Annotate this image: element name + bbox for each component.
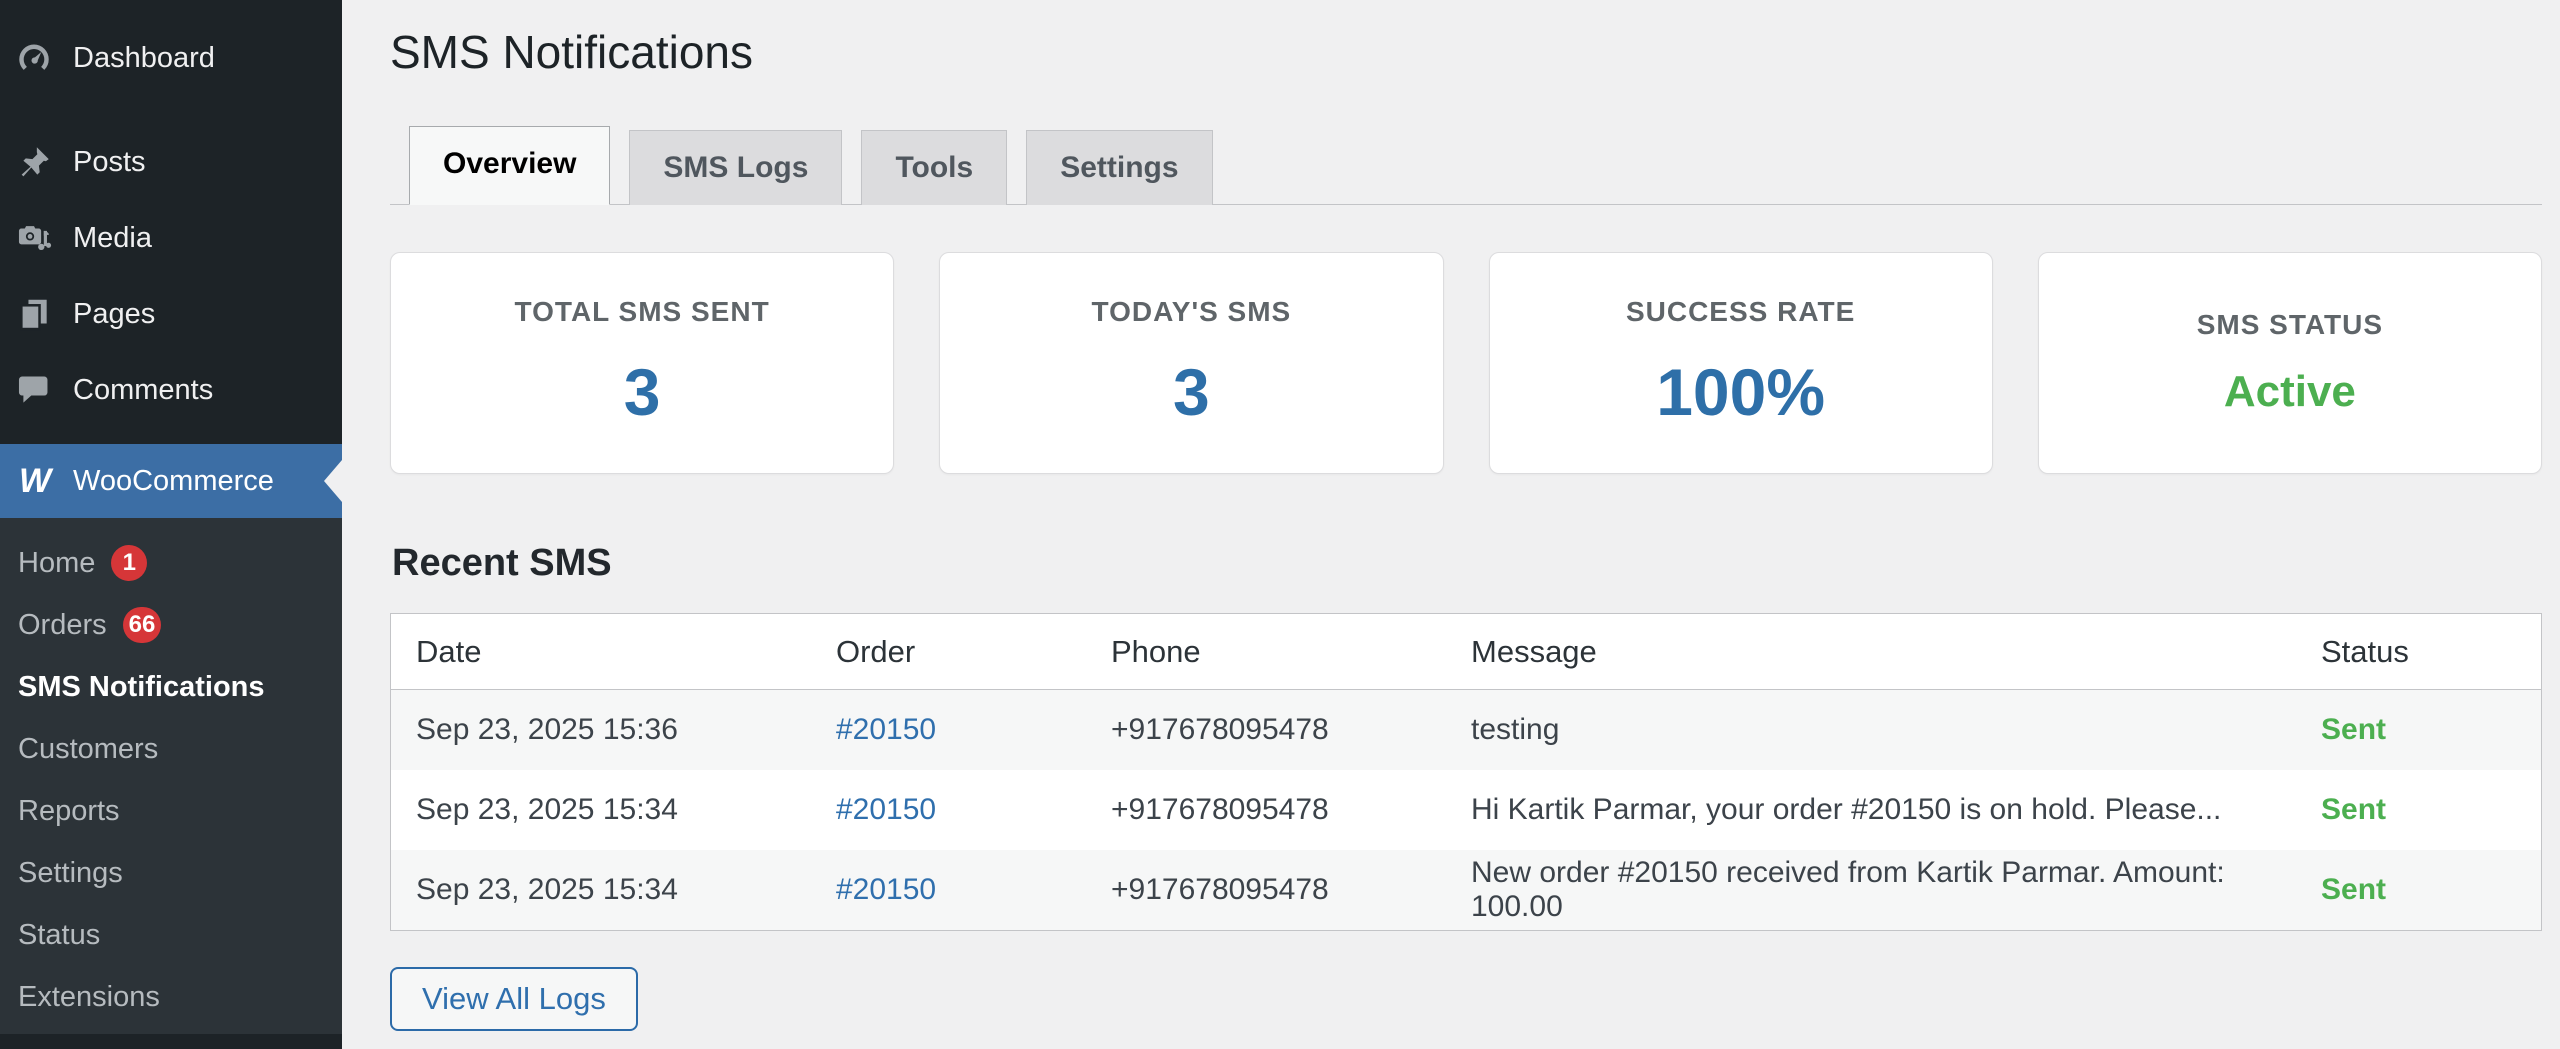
cell-date: Sep 23, 2025 15:34 — [391, 850, 812, 931]
woocommerce-submenu: Home 1Orders 66 SMS Notifications Customers R… — [0, 518, 342, 1034]
submenu-item-reports[interactable]: Reports — [0, 780, 342, 842]
tab-tools[interactable]: Tools — [861, 130, 1007, 205]
stat-label: TOTAL SMS SENT — [515, 296, 770, 328]
sidebar-bottom — [0, 1034, 342, 1049]
sidebar-item-posts[interactable]: Posts — [0, 124, 342, 200]
cell-status: Sent — [2296, 690, 2542, 771]
count-badge: 66 — [123, 607, 162, 643]
submenu-item-label: Settings — [18, 857, 123, 890]
current-menu-arrow-icon — [324, 460, 342, 502]
cell-phone: +917678095478 — [1086, 690, 1446, 771]
submenu-item-label: Customers — [18, 733, 158, 766]
sidebar-item-label: Media — [73, 222, 152, 255]
column-header-date: Date — [391, 614, 812, 690]
cell-status: Sent — [2296, 770, 2542, 850]
stat-value: 100% — [1656, 354, 1825, 430]
cell-order: #20150 — [811, 770, 1086, 850]
sidebar-item-dashboard[interactable]: Dashboard — [0, 20, 342, 96]
sidebar-item-label: Comments — [73, 374, 213, 407]
cell-order: #20150 — [811, 850, 1086, 931]
main-content: SMS Notifications Overview SMS Logs Tools S… — [342, 0, 2560, 1049]
recent-sms-table: DateOrderPhoneMessageStatus Sep 23, 2025… — [390, 613, 2542, 931]
view-all-logs-button[interactable]: View All Logs — [390, 967, 638, 1031]
pushpin-icon — [14, 142, 54, 182]
submenu-item-settings[interactable]: Settings — [0, 842, 342, 904]
cell-phone: +917678095478 — [1086, 850, 1446, 931]
tab-settings[interactable]: Settings — [1026, 130, 1212, 205]
cell-status: Sent — [2296, 850, 2542, 931]
cell-message: New order #20150 received from Kartik Pa… — [1446, 850, 2296, 931]
sidebar-item-label: WooCommerce — [73, 465, 274, 498]
order-link[interactable]: #20150 — [836, 793, 936, 826]
stat-label: SUCCESS RATE — [1626, 296, 1855, 328]
stat-label: TODAY'S SMS — [1092, 296, 1292, 328]
column-header-phone: Phone — [1086, 614, 1446, 690]
stat-cards: TOTAL SMS SENT 3 TODAY'S SMS 3 SUCCESS RATE 1… — [390, 252, 2542, 474]
comment-icon — [14, 370, 54, 410]
table-row: Sep 23, 2025 15:34 #20150 +917678095478New… — [391, 850, 2542, 931]
stat-card-total-sms-sent: TOTAL SMS SENT 3 — [390, 252, 894, 474]
menu-separator — [0, 96, 342, 124]
sidebar-item-label: Pages — [73, 298, 155, 331]
table-row: Sep 23, 2025 15:34 #20150 +917678095478Hi … — [391, 770, 2542, 850]
page-title: SMS Notifications — [390, 25, 2542, 80]
submenu-item-label: Reports — [18, 795, 120, 828]
table-header-row: DateOrderPhoneMessageStatus — [391, 614, 2542, 690]
cell-message: Hi Kartik Parmar, your order #20150 is o… — [1446, 770, 2296, 850]
admin-menu: Dashboard Posts Media Pages Comments — [0, 0, 342, 444]
submenu-item-label: Status — [18, 919, 100, 952]
column-header-order: Order — [811, 614, 1086, 690]
column-header-message: Message — [1446, 614, 2296, 690]
status-badge: Sent — [2321, 873, 2386, 906]
submenu-item-label: Orders — [18, 609, 107, 642]
stat-value: 3 — [624, 354, 661, 430]
cell-phone: +917678095478 — [1086, 770, 1446, 850]
stat-card-today-s-sms: TODAY'S SMS 3 — [939, 252, 1443, 474]
submenu-item-home[interactable]: Home 1 — [0, 532, 342, 594]
dashboard-icon — [14, 38, 54, 78]
cell-message: testing — [1446, 690, 2296, 771]
submenu-item-label: Home — [18, 547, 95, 580]
submenu-item-status[interactable]: Status — [0, 904, 342, 966]
admin-sidebar: Dashboard Posts Media Pages Comments W WooCo… — [0, 0, 342, 1049]
stat-card-sms-status: SMS STATUS Active — [2038, 252, 2542, 474]
table-body: Sep 23, 2025 15:36 #20150 +917678095478tes… — [391, 690, 2542, 931]
stat-label: SMS STATUS — [2197, 309, 2383, 341]
submenu-item-customers[interactable]: Customers — [0, 718, 342, 780]
stat-card-success-rate: SUCCESS RATE 100% — [1489, 252, 1993, 474]
media-icon — [14, 218, 54, 258]
cell-order: #20150 — [811, 690, 1086, 771]
sidebar-item-pages[interactable]: Pages — [0, 276, 342, 352]
menu-separator — [0, 428, 342, 444]
table-row: Sep 23, 2025 15:36 #20150 +917678095478tes… — [391, 690, 2542, 771]
submenu-item-sms-notifications[interactable]: SMS Notifications — [0, 656, 342, 718]
sidebar-item-label: Dashboard — [73, 42, 215, 75]
status-badge: Sent — [2321, 793, 2386, 826]
cell-date: Sep 23, 2025 15:34 — [391, 770, 812, 850]
submenu-item-label: SMS Notifications — [18, 671, 265, 704]
pages-icon — [14, 294, 54, 334]
tab-bar: Overview SMS Logs Tools Settings — [390, 126, 2542, 205]
sidebar-item-woocommerce[interactable]: W WooCommerce — [0, 444, 342, 518]
woocommerce-logo-icon: W — [12, 462, 56, 501]
order-link[interactable]: #20150 — [836, 713, 936, 746]
order-link[interactable]: #20150 — [836, 873, 936, 906]
tab-overview[interactable]: Overview — [409, 126, 610, 205]
cell-date: Sep 23, 2025 15:36 — [391, 690, 812, 771]
status-badge: Sent — [2321, 713, 2386, 746]
stat-value: 3 — [1173, 354, 1210, 430]
stat-value: Active — [2224, 367, 2356, 417]
recent-sms-heading: Recent SMS — [392, 542, 2542, 585]
sidebar-item-comments[interactable]: Comments — [0, 352, 342, 428]
count-badge: 1 — [111, 545, 147, 581]
submenu-item-orders[interactable]: Orders 66 — [0, 594, 342, 656]
submenu-item-extensions[interactable]: Extensions — [0, 966, 342, 1028]
sidebar-item-media[interactable]: Media — [0, 200, 342, 276]
submenu-item-label: Extensions — [18, 981, 160, 1014]
tab-sms-logs[interactable]: SMS Logs — [629, 130, 842, 205]
sidebar-item-label: Posts — [73, 146, 146, 179]
column-header-status: Status — [2296, 614, 2542, 690]
